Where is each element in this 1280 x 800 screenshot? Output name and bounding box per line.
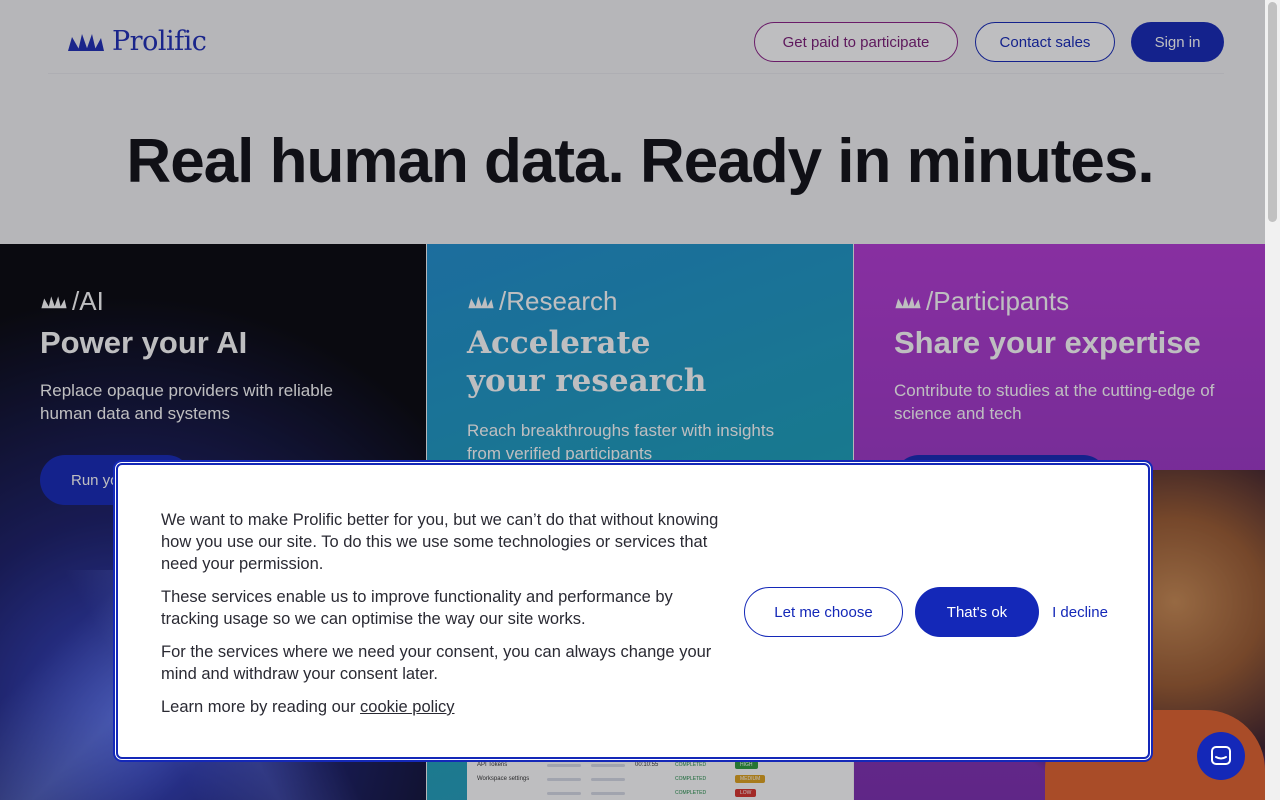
cookie-policy-link[interactable]: cookie policy [360,698,454,716]
page-scrollbar[interactable] [1265,0,1280,800]
chat-launcher-button[interactable] [1197,732,1245,780]
consent-paragraph: These services enable us to improve func… [161,588,673,628]
thats-ok-button[interactable]: That's ok [915,587,1039,637]
let-me-choose-button[interactable]: Let me choose [744,587,903,637]
consent-paragraph: Learn more by reading our cookie policy [161,696,721,718]
decline-button[interactable]: I decline [1050,587,1110,637]
scrollbar-thumb[interactable] [1268,2,1277,222]
chat-bubble-icon [1211,746,1231,765]
consent-text: We want to make Prolific better for you,… [161,509,721,729]
cookie-policy-prefix: Learn more by reading our [161,698,361,716]
consent-paragraph: For the services where we need your cons… [161,643,712,683]
cookie-consent-dialog: We want to make Prolific better for you,… [116,463,1150,759]
consent-paragraph: We want to make Prolific better for you,… [161,511,719,573]
